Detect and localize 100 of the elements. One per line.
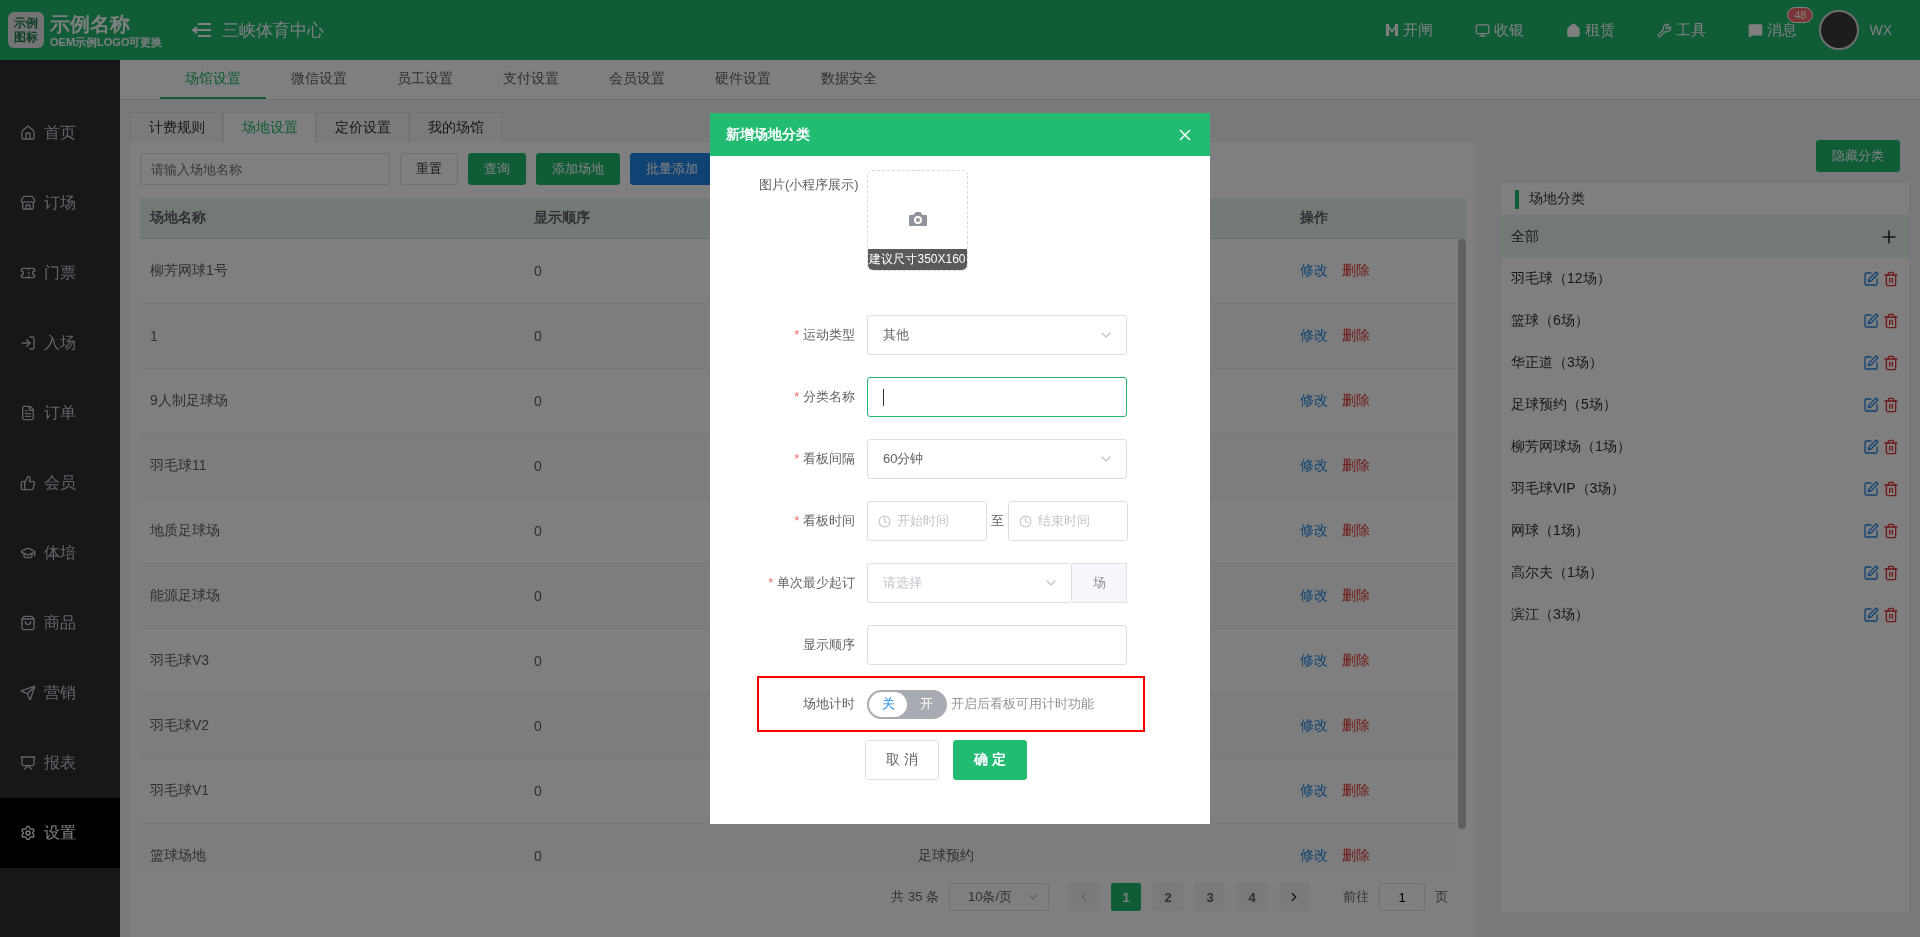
edit-icon[interactable] xyxy=(1863,313,1879,329)
table-cell: 0 xyxy=(534,848,542,864)
sidebar-item[interactable]: 报表 xyxy=(0,728,120,798)
top-menu-item[interactable]: 开闸 xyxy=(1385,20,1434,40)
top-menu-item[interactable]: 租赁 xyxy=(1566,20,1616,40)
sidebar-item[interactable]: 首页 xyxy=(0,98,120,168)
sub-tab[interactable]: 定价设置 xyxy=(316,112,409,142)
edit-link[interactable]: 修改 xyxy=(1300,457,1328,475)
delete-icon[interactable] xyxy=(1883,565,1899,581)
edit-link[interactable]: 修改 xyxy=(1300,717,1328,735)
page-size-select[interactable]: 10条/页 xyxy=(949,883,1049,911)
delete-icon[interactable] xyxy=(1883,355,1899,371)
settings-tab[interactable]: 微信设置 xyxy=(266,60,372,99)
sub-tab[interactable]: 我的场馆 xyxy=(409,112,502,142)
scrollbar[interactable] xyxy=(1458,239,1466,829)
page-button[interactable]: 2 xyxy=(1153,883,1183,911)
settings-tab[interactable]: 场馆设置 xyxy=(160,60,266,99)
hide-category-button[interactable]: 隐藏分类 xyxy=(1816,140,1900,172)
sidebar-item[interactable]: 订单 xyxy=(0,378,120,448)
sidebar-item[interactable]: 设置 xyxy=(0,798,120,868)
edit-icon[interactable] xyxy=(1863,565,1879,581)
column-header: 显示顺序 xyxy=(533,209,591,227)
image-upload[interactable]: 建议尺寸350X160 xyxy=(867,170,968,271)
delete-icon[interactable] xyxy=(1883,271,1899,287)
settings-tab[interactable]: 数据安全 xyxy=(796,60,902,99)
delete-link[interactable]: 删除 xyxy=(1342,782,1370,800)
cancel-button[interactable]: 取 消 xyxy=(865,740,939,780)
settings-tab[interactable]: 支付设置 xyxy=(478,60,584,99)
sidebar-item[interactable]: 门票 xyxy=(0,238,120,308)
edit-icon[interactable] xyxy=(1863,607,1879,623)
edit-link[interactable]: 修改 xyxy=(1300,522,1328,540)
user-name[interactable]: WX xyxy=(1869,22,1892,38)
delete-link[interactable]: 删除 xyxy=(1342,587,1370,605)
gate-icon xyxy=(1385,23,1400,37)
delete-icon[interactable] xyxy=(1883,523,1899,539)
edit-link[interactable]: 修改 xyxy=(1300,652,1328,670)
next-page-button[interactable] xyxy=(1279,883,1309,911)
start-time-field[interactable]: 开始时间 xyxy=(867,501,987,541)
delete-icon[interactable] xyxy=(1883,397,1899,413)
sidebar-item[interactable]: 会员 xyxy=(0,448,120,518)
table-cell: 0 xyxy=(534,718,542,734)
sub-tab[interactable]: 计费规则 xyxy=(130,112,223,142)
delete-link[interactable]: 删除 xyxy=(1342,717,1370,735)
delete-icon[interactable] xyxy=(1883,439,1899,455)
total-count: 共 35 条 xyxy=(891,888,939,906)
delete-link[interactable]: 删除 xyxy=(1342,392,1370,410)
delete-icon[interactable] xyxy=(1883,607,1899,623)
goto-page-field[interactable]: 1 xyxy=(1379,883,1425,911)
top-menu-item[interactable]: 消息 xyxy=(1748,20,1798,40)
page-button[interactable]: 3 xyxy=(1195,883,1225,911)
select-field[interactable]: 其他 xyxy=(867,315,1127,355)
settings-tab[interactable]: 会员设置 xyxy=(584,60,690,99)
edit-link[interactable]: 修改 xyxy=(1300,782,1328,800)
settings-tab[interactable]: 硬件设置 xyxy=(690,60,796,99)
category-item[interactable]: 全部 xyxy=(1501,216,1909,258)
delete-link[interactable]: 删除 xyxy=(1342,847,1370,865)
delete-link[interactable]: 删除 xyxy=(1342,522,1370,540)
edit-icon[interactable] xyxy=(1863,397,1879,413)
table-cell: 能源足球场 xyxy=(150,587,220,605)
confirm-button[interactable]: 确 定 xyxy=(953,740,1027,780)
top-menu-item[interactable]: 收银 xyxy=(1475,20,1525,40)
select-field[interactable]: 60分钟 xyxy=(867,439,1127,479)
sidebar-item[interactable]: 订场 xyxy=(0,168,120,238)
delete-icon[interactable] xyxy=(1883,313,1899,329)
input-field[interactable] xyxy=(867,377,1127,417)
sidebar-item[interactable]: 体培 xyxy=(0,518,120,588)
toolbar-button[interactable]: 查询 xyxy=(468,153,526,185)
search-field[interactable]: 请输入场地名称 xyxy=(140,153,390,185)
edit-icon[interactable] xyxy=(1863,271,1879,287)
collapse-menu-icon[interactable] xyxy=(192,22,213,38)
sidebar-item[interactable]: 营销 xyxy=(0,658,120,728)
delete-link[interactable]: 删除 xyxy=(1342,327,1370,345)
toolbar-button[interactable]: 添加场地 xyxy=(536,153,620,185)
edit-link[interactable]: 修改 xyxy=(1300,392,1328,410)
edit-link[interactable]: 修改 xyxy=(1300,262,1328,280)
page-button[interactable]: 1 xyxy=(1111,883,1141,911)
page-button[interactable]: 4 xyxy=(1237,883,1267,911)
edit-link[interactable]: 修改 xyxy=(1300,587,1328,605)
text-cursor xyxy=(883,388,884,406)
end-time-field[interactable]: 结束时间 xyxy=(1008,501,1128,541)
delete-icon[interactable] xyxy=(1883,481,1899,497)
top-menu-item[interactable]: 工具 xyxy=(1657,20,1707,40)
edit-link[interactable]: 修改 xyxy=(1300,847,1328,865)
edit-icon[interactable] xyxy=(1863,523,1879,539)
edit-icon[interactable] xyxy=(1863,481,1879,497)
sub-tab[interactable]: 场地设置 xyxy=(223,112,316,142)
sidebar-item[interactable]: 商品 xyxy=(0,588,120,658)
toggle-switch[interactable]: 关 开 xyxy=(867,689,947,719)
toolbar-button[interactable]: 重置 xyxy=(400,153,458,185)
table-cell: 0 xyxy=(534,588,542,604)
delete-link[interactable]: 删除 xyxy=(1342,652,1370,670)
edit-icon[interactable] xyxy=(1863,439,1879,455)
edit-icon[interactable] xyxy=(1863,355,1879,371)
delete-link[interactable]: 删除 xyxy=(1342,262,1370,280)
select-field[interactable]: 请选择 xyxy=(867,563,1072,603)
avatar[interactable] xyxy=(1819,10,1860,50)
edit-link[interactable]: 修改 xyxy=(1300,327,1328,345)
settings-tab[interactable]: 员工设置 xyxy=(372,60,478,99)
sidebar-item[interactable]: 入场 xyxy=(0,308,120,378)
delete-link[interactable]: 删除 xyxy=(1342,457,1370,475)
